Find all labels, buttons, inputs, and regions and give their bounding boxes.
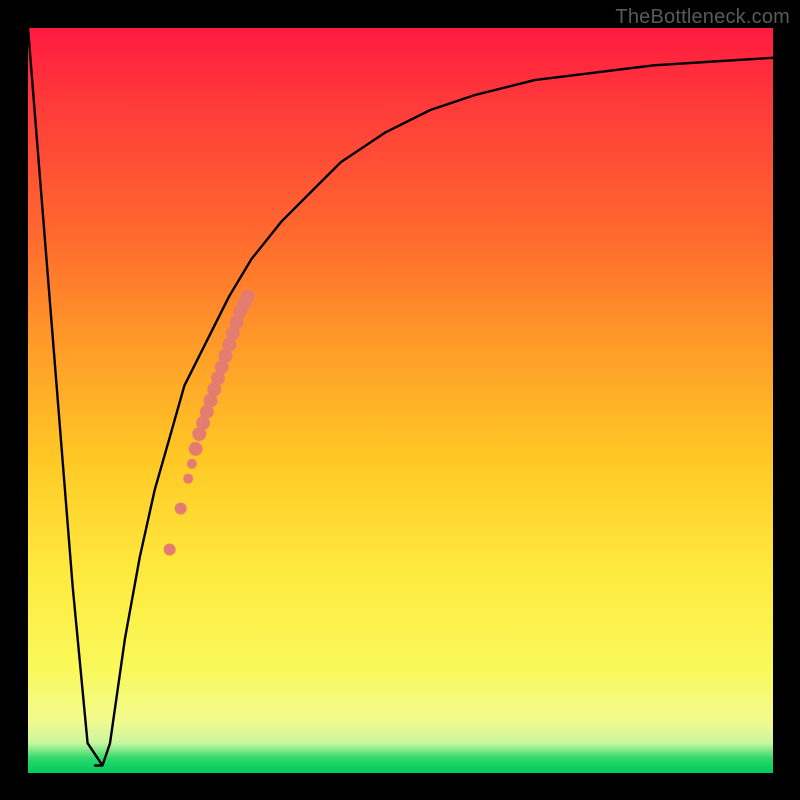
chart-marker: [164, 544, 176, 556]
watermark-label: TheBottleneck.com: [615, 6, 790, 29]
chart-marker: [189, 442, 203, 456]
chart-svg: [28, 28, 773, 773]
chart-marker: [187, 459, 197, 469]
chart-plot-area: [28, 28, 773, 773]
chart-marker: [183, 474, 193, 484]
chart-container: TheBottleneck.com: [0, 0, 800, 800]
chart-marker: [241, 289, 255, 303]
chart-markers: [164, 289, 255, 555]
chart-marker: [175, 503, 187, 515]
chart-curve: [28, 28, 773, 766]
